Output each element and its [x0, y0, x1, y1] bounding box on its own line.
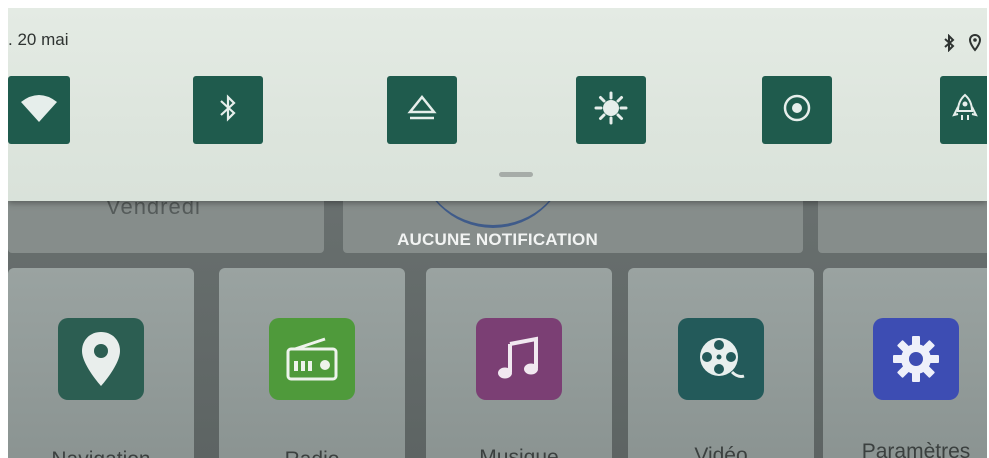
app-tile-music[interactable]: Musique	[426, 268, 612, 458]
app-label-video: Vidéo	[694, 444, 748, 458]
app-label-music: Musique	[479, 446, 559, 458]
qs-speaker-toggle[interactable]	[762, 76, 832, 144]
radio-icon	[269, 318, 355, 400]
status-icons	[943, 33, 982, 57]
notification-shade[interactable]: . 20 mai	[8, 8, 987, 201]
status-date: . 20 mai	[8, 30, 69, 49]
bluetooth-icon	[943, 33, 955, 57]
rocket-icon	[952, 93, 978, 128]
no-notification-label: AUCUNE NOTIFICATION	[397, 230, 598, 249]
wifi-icon	[19, 92, 59, 129]
device-screen: Vendredi AUCUNE NOTIFICATION Navigation	[8, 8, 987, 458]
music-note-icon	[476, 318, 562, 400]
qs-eject-toggle[interactable]	[387, 76, 457, 144]
film-reel-icon	[678, 318, 764, 400]
qs-brightness-toggle[interactable]	[576, 76, 646, 144]
speaker-icon	[782, 93, 812, 128]
app-tile-radio[interactable]: Radio	[219, 268, 405, 458]
eject-icon	[407, 94, 437, 127]
qs-wifi-toggle[interactable]	[8, 76, 70, 144]
app-label-radio: Radio	[219, 448, 405, 458]
gear-icon	[873, 318, 959, 400]
map-pin-icon	[58, 318, 144, 400]
qs-boost-toggle[interactable]	[940, 76, 987, 144]
shade-drag-handle[interactable]	[499, 172, 533, 177]
app-launcher-row: Navigation Radio	[8, 268, 987, 458]
bluetooth-icon	[218, 93, 238, 128]
qs-bluetooth-toggle[interactable]	[193, 76, 263, 144]
app-tile-navigation[interactable]: Navigation	[8, 268, 194, 458]
brightness-icon	[594, 91, 628, 130]
app-tile-video[interactable]: Vidéo	[628, 268, 814, 458]
app-tile-settings[interactable]: Paramètres	[823, 268, 987, 458]
location-icon	[968, 33, 982, 57]
app-label-navigation: Navigation	[8, 448, 194, 458]
app-label-settings: Paramètres	[861, 440, 971, 458]
